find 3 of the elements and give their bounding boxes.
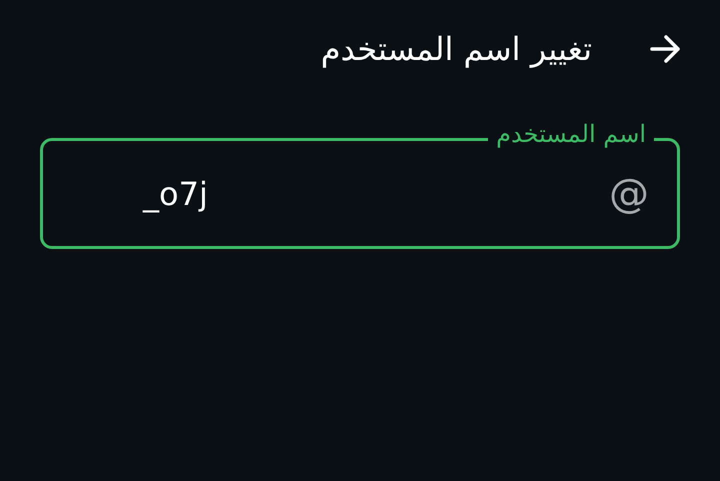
username-value: _o7j: [143, 174, 208, 214]
page-title: تغيير اسم المستخدم: [320, 30, 592, 68]
at-prefix: @: [609, 174, 649, 214]
